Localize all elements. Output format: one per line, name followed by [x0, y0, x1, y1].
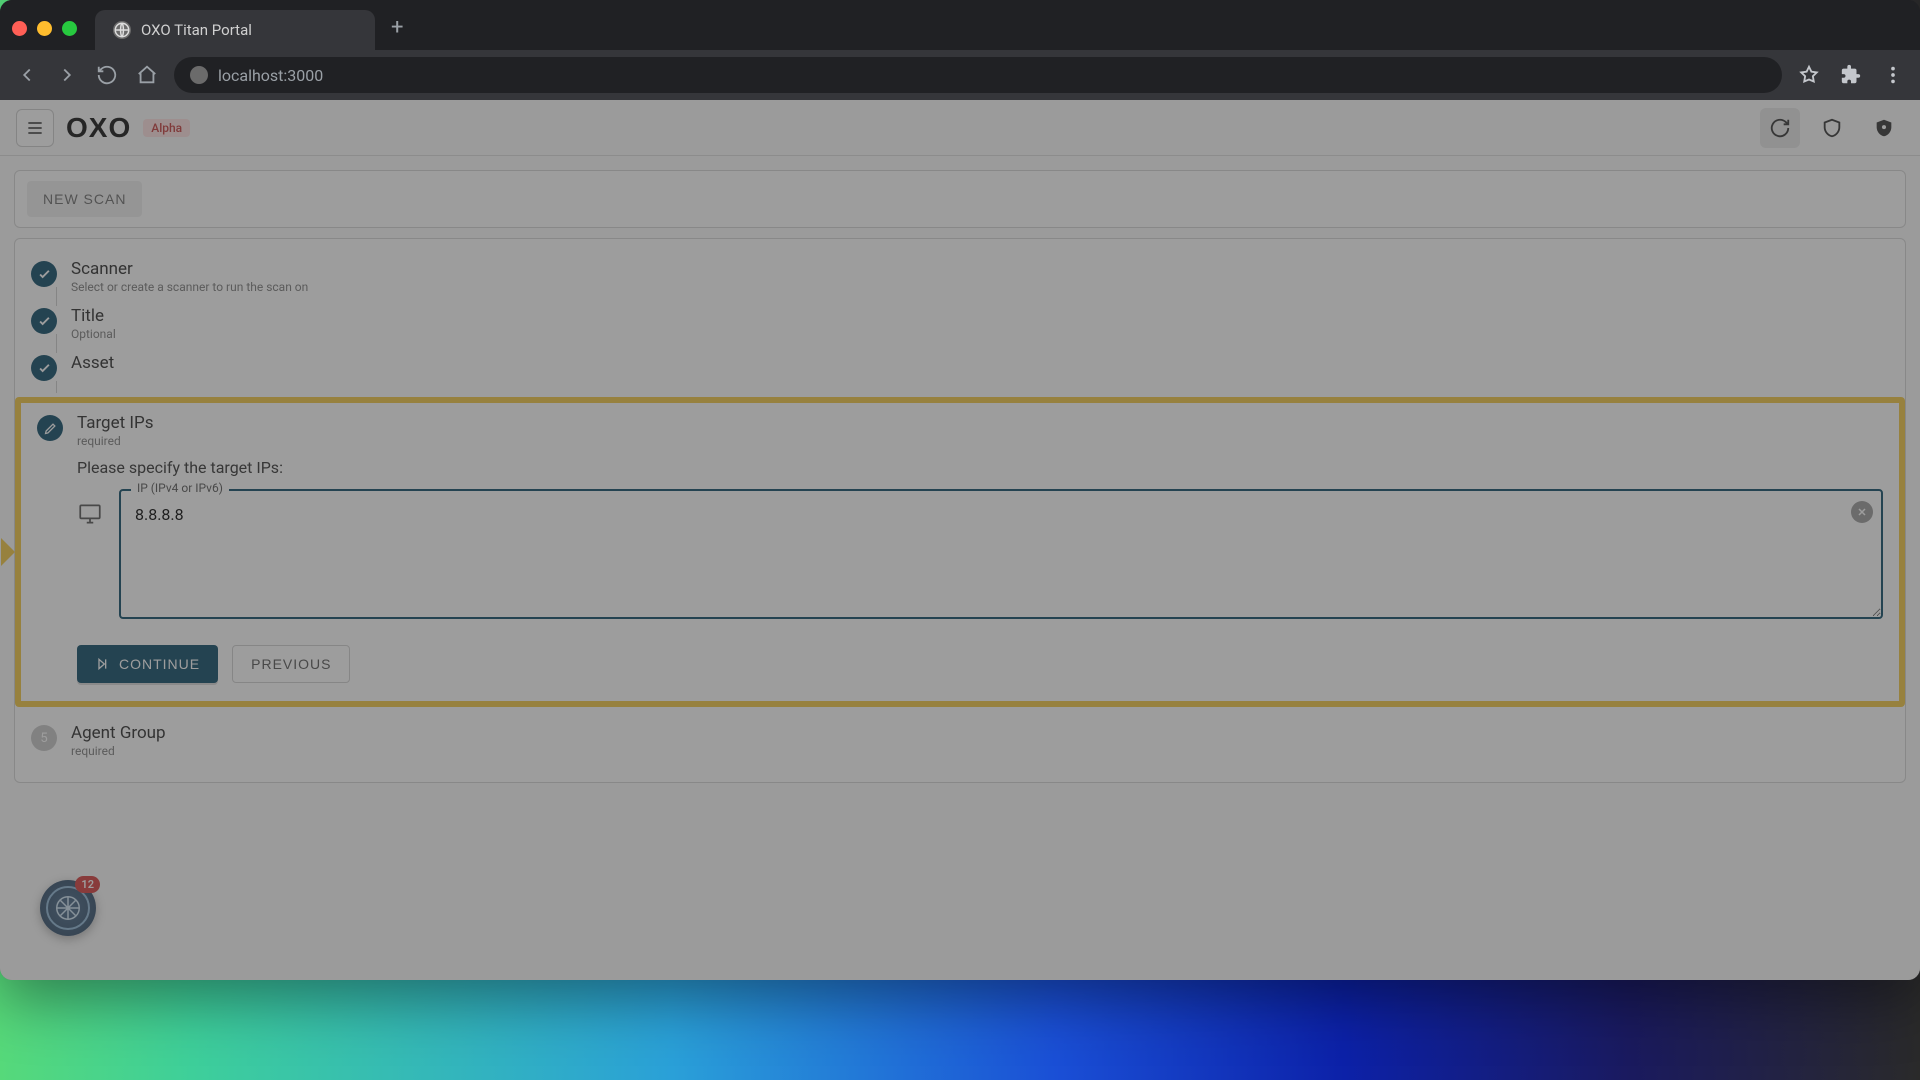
globe-icon	[113, 21, 131, 39]
continue-button[interactable]: CONTINUE	[77, 645, 218, 683]
scan-toolbar: NEW SCAN	[14, 170, 1906, 228]
forward-icon[interactable]	[54, 62, 80, 88]
step-subtitle: required	[71, 744, 166, 758]
minimize-window-icon[interactable]	[37, 21, 52, 36]
step-title: Title	[71, 306, 116, 326]
app-header: OXO Alpha	[0, 100, 1920, 156]
previous-button[interactable]: PREVIOUS	[232, 645, 350, 683]
highlight-pointer-icon	[1, 538, 15, 566]
form-hint: Please specify the target IPs:	[77, 458, 1883, 477]
continue-label: CONTINUE	[119, 656, 200, 672]
new-scan-button[interactable]: NEW SCAN	[27, 181, 142, 217]
tab-strip: OXO Titan Portal +	[0, 0, 1920, 50]
step-agent-group[interactable]: 5 Agent Group required	[31, 717, 1889, 764]
menu-button[interactable]	[16, 109, 54, 147]
back-icon[interactable]	[14, 62, 40, 88]
tab-title: OXO Titan Portal	[141, 21, 252, 39]
support-widget[interactable]: 12	[40, 880, 96, 936]
address-bar[interactable]: localhost:3000	[174, 57, 1782, 93]
step-number-icon: 5	[31, 725, 57, 751]
browser-tab[interactable]: OXO Titan Portal	[95, 10, 375, 50]
refresh-scan-icon[interactable]	[1760, 108, 1800, 148]
window-controls	[12, 21, 77, 36]
browser-window: OXO Titan Portal + localhost:3000	[0, 0, 1920, 980]
reload-icon[interactable]	[94, 62, 120, 88]
toolbar: localhost:3000	[0, 50, 1920, 100]
step-title: Scanner	[71, 259, 308, 279]
clear-input-button[interactable]	[1851, 501, 1873, 523]
check-icon	[31, 308, 57, 334]
step-target-ips-active: Target IPs required Please specify the t…	[15, 397, 1905, 707]
settings-shield-icon[interactable]	[1864, 108, 1904, 148]
page-viewport: OXO Alpha NEW SCAN	[0, 100, 1920, 980]
step-title[interactable]: Title Optional	[31, 300, 1889, 347]
step-subtitle: Optional	[71, 327, 116, 341]
maximize-window-icon[interactable]	[62, 21, 77, 36]
star-icon[interactable]	[1796, 62, 1822, 88]
shield-icon[interactable]	[1812, 108, 1852, 148]
step-scanner[interactable]: Scanner Select or create a scanner to ru…	[31, 253, 1889, 300]
step-title: Agent Group	[71, 723, 166, 743]
check-icon	[31, 261, 57, 287]
field-label: IP (IPv4 or IPv6)	[131, 481, 229, 495]
alpha-badge: Alpha	[143, 119, 190, 137]
step-subtitle: Select or create a scanner to run the sc…	[71, 280, 308, 294]
step-title: Target IPs	[77, 413, 154, 433]
scan-wizard: Scanner Select or create a scanner to ru…	[14, 238, 1906, 783]
home-icon[interactable]	[134, 62, 160, 88]
edit-icon	[37, 415, 63, 441]
close-window-icon[interactable]	[12, 21, 27, 36]
kebab-menu-icon[interactable]	[1880, 62, 1906, 88]
new-tab-button[interactable]: +	[391, 15, 403, 40]
step-asset[interactable]: Asset	[31, 347, 1889, 387]
extensions-icon[interactable]	[1838, 62, 1864, 88]
notification-count: 12	[75, 876, 100, 893]
skip-next-icon	[95, 656, 111, 672]
step-subtitle: required	[77, 434, 154, 448]
step-title: Asset	[71, 353, 114, 373]
site-info-icon[interactable]	[190, 66, 208, 84]
url-text: localhost:3000	[218, 66, 323, 85]
ip-input[interactable]	[119, 489, 1883, 619]
app-logo: OXO	[66, 112, 131, 144]
monitor-icon	[77, 501, 103, 527]
check-icon	[31, 355, 57, 381]
